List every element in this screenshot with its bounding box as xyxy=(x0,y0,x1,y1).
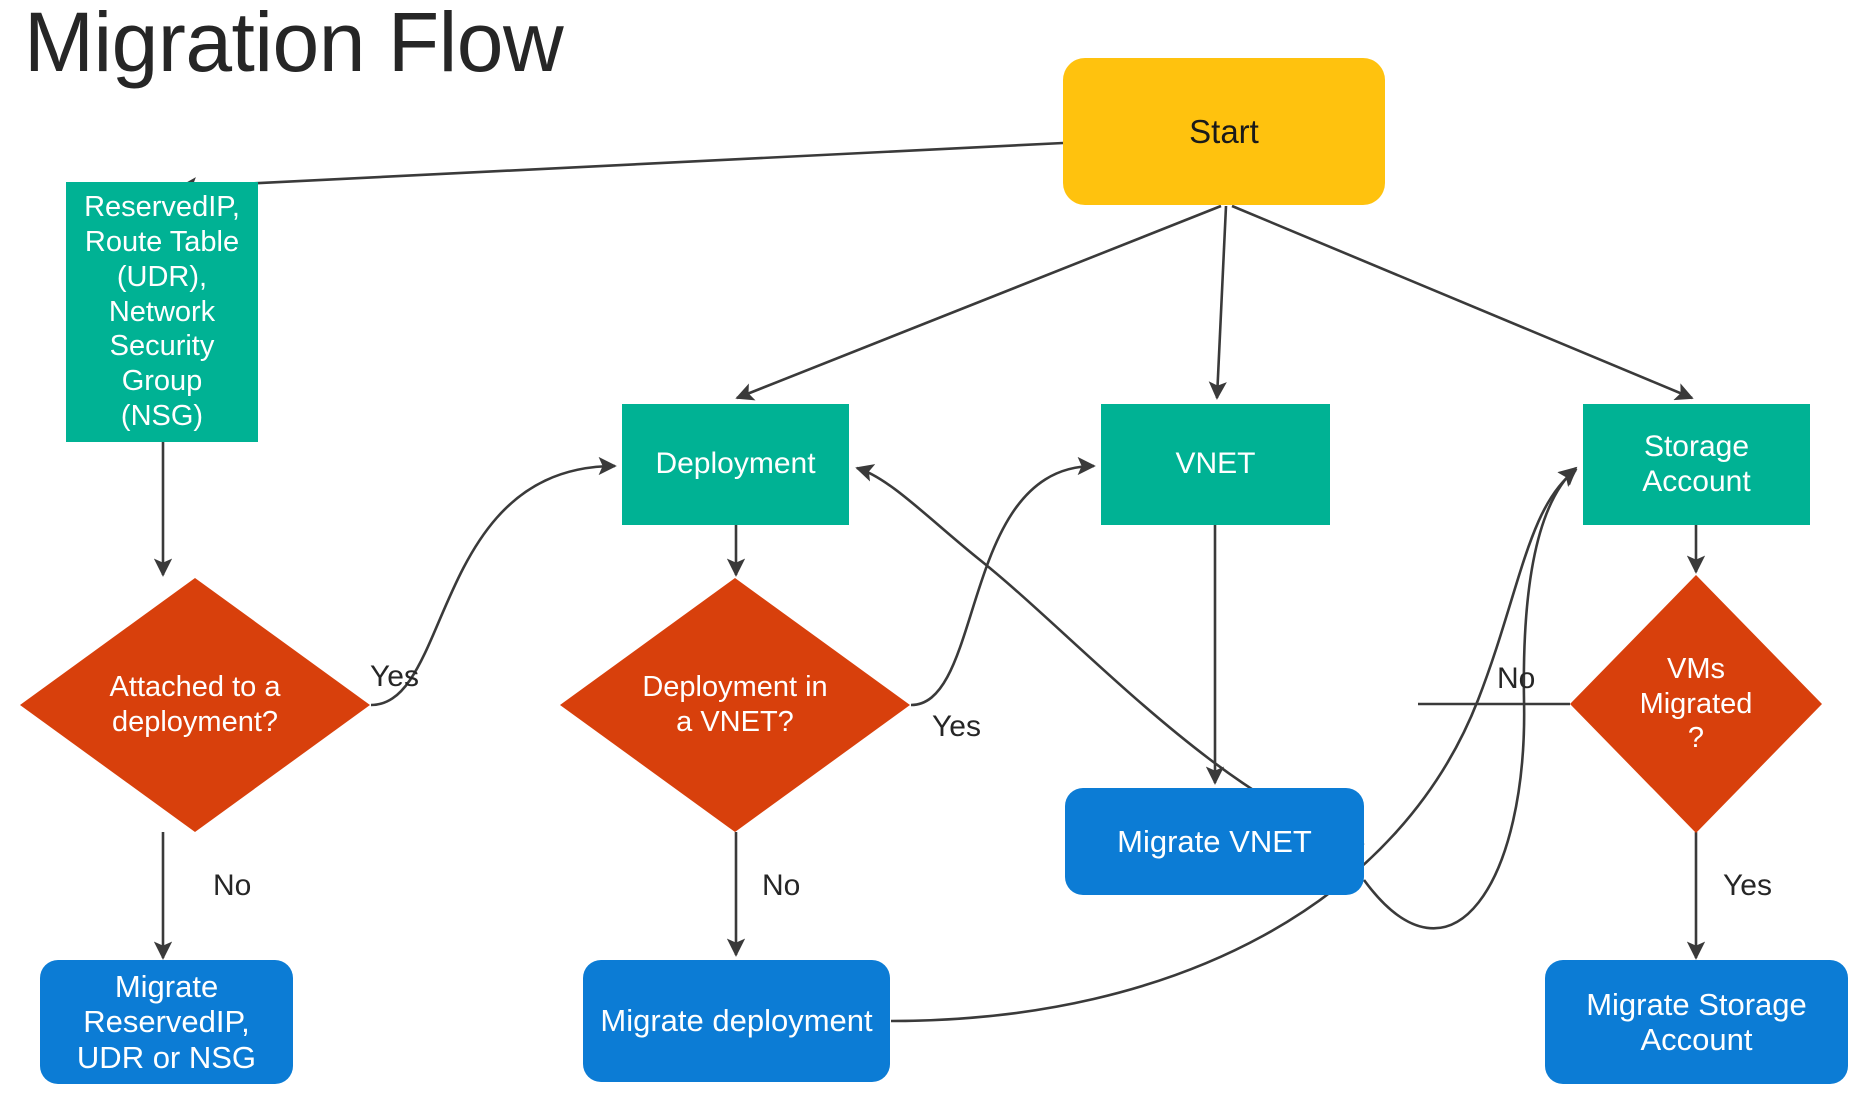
edge-migrate-vnet-to-storage xyxy=(1362,466,1578,930)
node-migrate-deployment[interactable]: Migrate deployment xyxy=(583,960,890,1082)
edge-label-vms-migrated-yes: Yes xyxy=(1723,869,1772,902)
node-attached-to-deployment-decision[interactable]: Attached to a deployment? xyxy=(20,578,370,832)
node-storage-account[interactable]: Storage Account xyxy=(1583,404,1810,525)
node-vnet[interactable]: VNET xyxy=(1101,404,1330,525)
edge-label-attached-yes: Yes xyxy=(370,660,419,693)
edge-label-attached-no: No xyxy=(213,869,252,902)
node-migrate-reserved-ip[interactable]: Migrate ReservedIP, UDR or NSG xyxy=(40,960,293,1084)
node-attached-to-deployment-label: Attached to a deployment? xyxy=(109,671,281,738)
connector-layer xyxy=(153,141,1706,1023)
edge-start-to-deployment xyxy=(735,204,1222,401)
edge-deployment-yes-to-vnet xyxy=(910,456,1096,707)
node-reserved-ip[interactable]: ReservedIP, Route Table (UDR), Network S… xyxy=(66,182,258,442)
edge-start-to-reservedip xyxy=(178,141,1064,196)
edge-start-to-storage xyxy=(1231,204,1694,401)
flowchart-canvas: Migration Flow Start ReservedIP, Route T… xyxy=(0,0,1866,1102)
edge-label-deployment-vnet-no: No xyxy=(762,869,801,902)
edge-migrate-deployment-to-storage xyxy=(890,468,1578,1023)
node-vms-migrated-decision[interactable]: VMs Migrated ? xyxy=(1570,575,1822,833)
node-deployment-in-vnet-label: Deployment in a VNET? xyxy=(642,671,828,738)
node-start[interactable]: Start xyxy=(1063,58,1385,205)
page-title: Migration Flow xyxy=(24,0,564,89)
edge-label-vms-migrated-no: No xyxy=(1497,662,1536,695)
node-migrate-vnet[interactable]: Migrate VNET xyxy=(1065,788,1364,895)
node-vms-migrated-label: VMs Migrated ? xyxy=(1639,652,1753,755)
node-deployment[interactable]: Deployment xyxy=(622,404,849,525)
node-migrate-storage-account[interactable]: Migrate Storage Account xyxy=(1545,960,1848,1084)
node-deployment-in-vnet-decision[interactable]: Deployment in a VNET? xyxy=(560,578,910,832)
edge-start-to-vnet xyxy=(1208,205,1228,400)
edge-label-deployment-vnet-yes: Yes xyxy=(932,710,981,743)
